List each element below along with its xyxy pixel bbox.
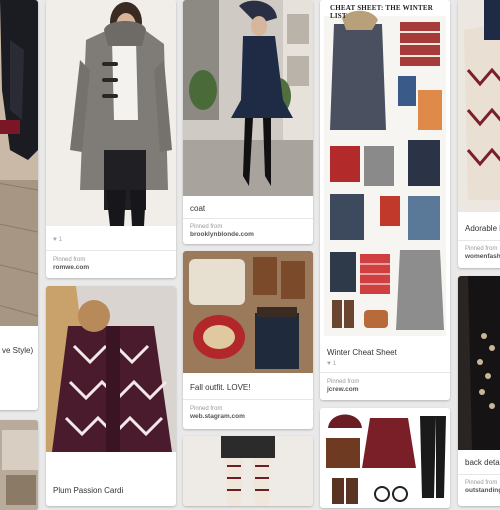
like-count[interactable]: ♥ 1 (327, 360, 336, 367)
pin-source-link[interactable]: womenfashio (465, 253, 500, 261)
pin-source-link[interactable]: jcrew.com (327, 386, 359, 394)
pinned-from-label: Pinned from (465, 480, 498, 486)
pin-image-burgundy-outfit[interactable] (320, 408, 450, 508)
pin-card-leather-jacket[interactable]: ve Style) (0, 0, 38, 410)
card-divider (458, 474, 500, 475)
pin-description: Fall outfit. LOVE! (190, 383, 251, 392)
pin-card-burgundy-outfit[interactable] (320, 408, 450, 508)
pin-image-back-detail[interactable] (458, 276, 500, 450)
card-divider (183, 399, 313, 400)
pin-card-winter-cheat-sheet[interactable]: CHEAT SHEET: THE WINTER LIST Winter Chea… (320, 0, 450, 400)
pin-image-bottom-left[interactable] (0, 420, 38, 510)
pinned-from-label: Pinned from (53, 257, 86, 263)
pin-image-coat[interactable] (183, 0, 313, 196)
pin-description: back detail (465, 458, 500, 467)
pin-source-link[interactable]: outstanding (465, 487, 500, 495)
pin-image-adorable-cardigan[interactable] (458, 0, 500, 212)
pin-card-coat[interactable]: coat Pinned from brooklynblonde.com (183, 0, 313, 244)
pinned-from-label: Pinned from (190, 406, 223, 412)
cheat-sheet-header: CHEAT SHEET: THE WINTER LIST (330, 4, 433, 20)
pin-source-link[interactable]: brooklynblonde.com (190, 231, 254, 239)
pinned-from-label: Pinned from (327, 379, 360, 385)
pin-image-leather-jacket[interactable] (0, 0, 38, 326)
pin-card-bottom-left[interactable] (0, 420, 38, 510)
pin-image-fall-outfit[interactable] (183, 251, 313, 373)
pin-image-plum-passion-cardi[interactable] (46, 286, 176, 452)
like-icon: ♥ (53, 236, 57, 243)
pin-source-link[interactable]: romwe.com (53, 264, 89, 272)
pin-image-leggings[interactable] (183, 436, 313, 506)
pin-card-adorable-cardigan[interactable]: Adorable k Pinned from womenfashio (458, 0, 500, 268)
pin-image-duffle-coat[interactable] (46, 0, 176, 226)
like-count[interactable]: ♥ 1 (53, 236, 62, 243)
card-divider (320, 372, 450, 373)
pin-source-link[interactable]: web.stagram.com (190, 413, 245, 421)
pin-card-fall-outfit[interactable]: Fall outfit. LOVE! Pinned from web.stagr… (183, 251, 313, 429)
pin-card-plum-passion-cardi[interactable]: Plum Passion Cardi (46, 286, 176, 506)
pin-description: Plum Passion Cardi (53, 486, 124, 495)
pin-image-winter-cheat-sheet[interactable]: CHEAT SHEET: THE WINTER LIST (320, 0, 450, 338)
pin-card-leggings[interactable] (183, 436, 313, 506)
like-icon: ♥ (327, 360, 331, 367)
pin-card-back-detail[interactable]: back detail Pinned from outstanding (458, 276, 500, 506)
card-divider (183, 218, 313, 219)
card-divider (46, 250, 176, 251)
pin-description: ve Style) (2, 346, 34, 355)
pinned-from-label: Pinned from (190, 224, 223, 230)
pinned-from-label: Pinned from (465, 246, 498, 252)
pin-description: Winter Cheat Sheet (327, 348, 397, 357)
pin-card-duffle-coat[interactable]: ♥ 1 Pinned from romwe.com (46, 0, 176, 278)
pin-description: Adorable k (465, 224, 500, 233)
pin-description: coat (190, 204, 206, 213)
card-divider (458, 240, 500, 241)
